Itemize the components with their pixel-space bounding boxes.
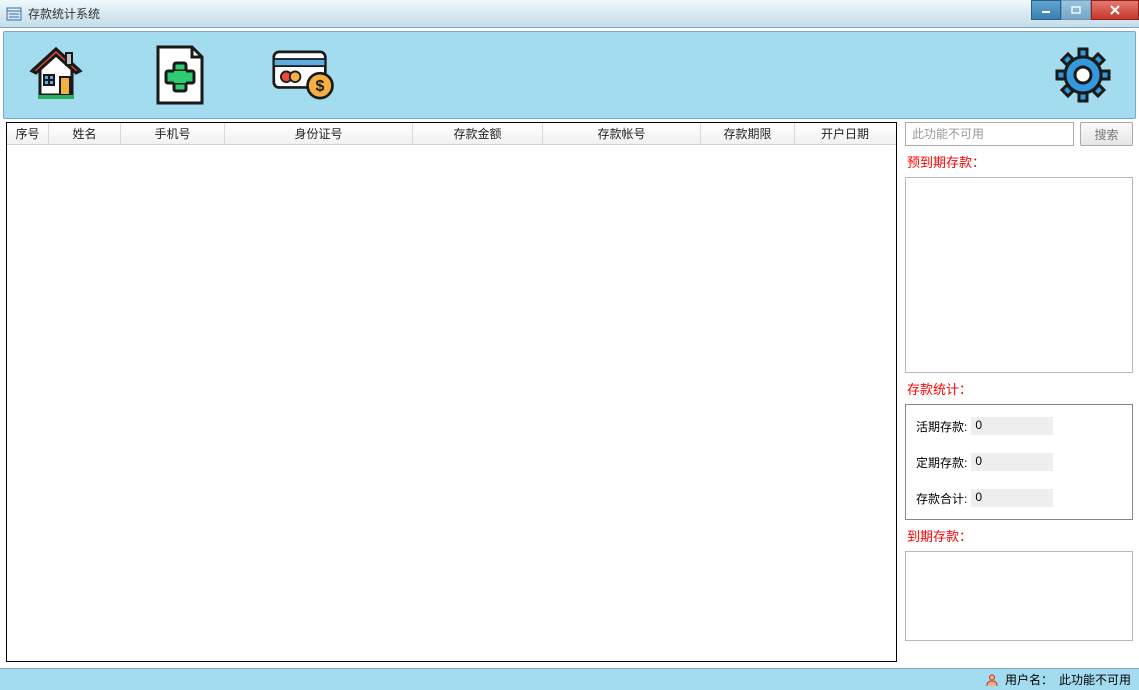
window-title: 存款统计系统 — [28, 5, 100, 22]
maximize-button — [1061, 0, 1091, 20]
table-header: 序号姓名手机号身份证号存款金额存款帐号存款期限开户日期 — [7, 123, 896, 145]
search-button[interactable]: 搜索 — [1080, 122, 1133, 146]
preexpire-label: 预到期存款： — [905, 150, 1133, 173]
fixed-deposit-value: 0 — [971, 453, 1053, 471]
fixed-deposit-label: 定期存款: — [916, 454, 967, 471]
table-column-header[interactable]: 手机号 — [121, 123, 225, 144]
window-titlebar: 存款统计系统 — [0, 0, 1139, 28]
expire-panel[interactable] — [905, 551, 1133, 641]
user-icon — [985, 673, 999, 687]
total-deposit-label: 存款合计: — [916, 490, 967, 507]
stats-label: 存款统计： — [905, 377, 1133, 400]
table-column-header[interactable]: 身份证号 — [225, 123, 413, 144]
app-icon — [6, 6, 22, 22]
table-column-header[interactable]: 存款期限 — [701, 123, 795, 144]
username-label: 用户名： — [1005, 671, 1053, 688]
table-column-header[interactable]: 存款金额 — [413, 123, 543, 144]
toolbar: $ — [3, 31, 1136, 119]
home-button[interactable] — [24, 43, 88, 107]
expire-label: 到期存款： — [905, 524, 1133, 547]
bank-card-button[interactable]: $ — [272, 43, 336, 107]
svg-text:$: $ — [316, 78, 325, 95]
total-deposit-value: 0 — [971, 489, 1053, 507]
demand-deposit-value: 0 — [971, 417, 1053, 435]
main-content: 序号姓名手机号身份证号存款金额存款帐号存款期限开户日期 搜索 预到期存款： 存款… — [0, 122, 1139, 662]
table-column-header[interactable]: 存款帐号 — [543, 123, 701, 144]
stats-panel: 活期存款: 0 定期存款: 0 存款合计: 0 — [905, 404, 1133, 520]
username-value: 此功能不可用 — [1059, 671, 1131, 688]
preexpire-panel[interactable] — [905, 177, 1133, 373]
table-column-header[interactable]: 序号 — [7, 123, 49, 144]
demand-deposit-label: 活期存款: — [916, 418, 967, 435]
status-bar: 用户名： 此功能不可用 — [0, 668, 1139, 690]
search-input[interactable] — [905, 122, 1074, 146]
close-button[interactable] — [1091, 0, 1139, 20]
table-column-header[interactable]: 开户日期 — [795, 123, 895, 144]
side-panel: 搜索 预到期存款： 存款统计： 活期存款: 0 定期存款: 0 存款合计: 0 … — [905, 122, 1133, 662]
window-controls — [1031, 0, 1139, 20]
table-column-header[interactable]: 姓名 — [49, 123, 121, 144]
table-body — [7, 145, 896, 661]
data-table[interactable]: 序号姓名手机号身份证号存款金额存款帐号存款期限开户日期 — [6, 122, 897, 662]
minimize-button[interactable] — [1031, 0, 1061, 20]
settings-button[interactable] — [1051, 43, 1115, 107]
add-record-button[interactable] — [148, 43, 212, 107]
